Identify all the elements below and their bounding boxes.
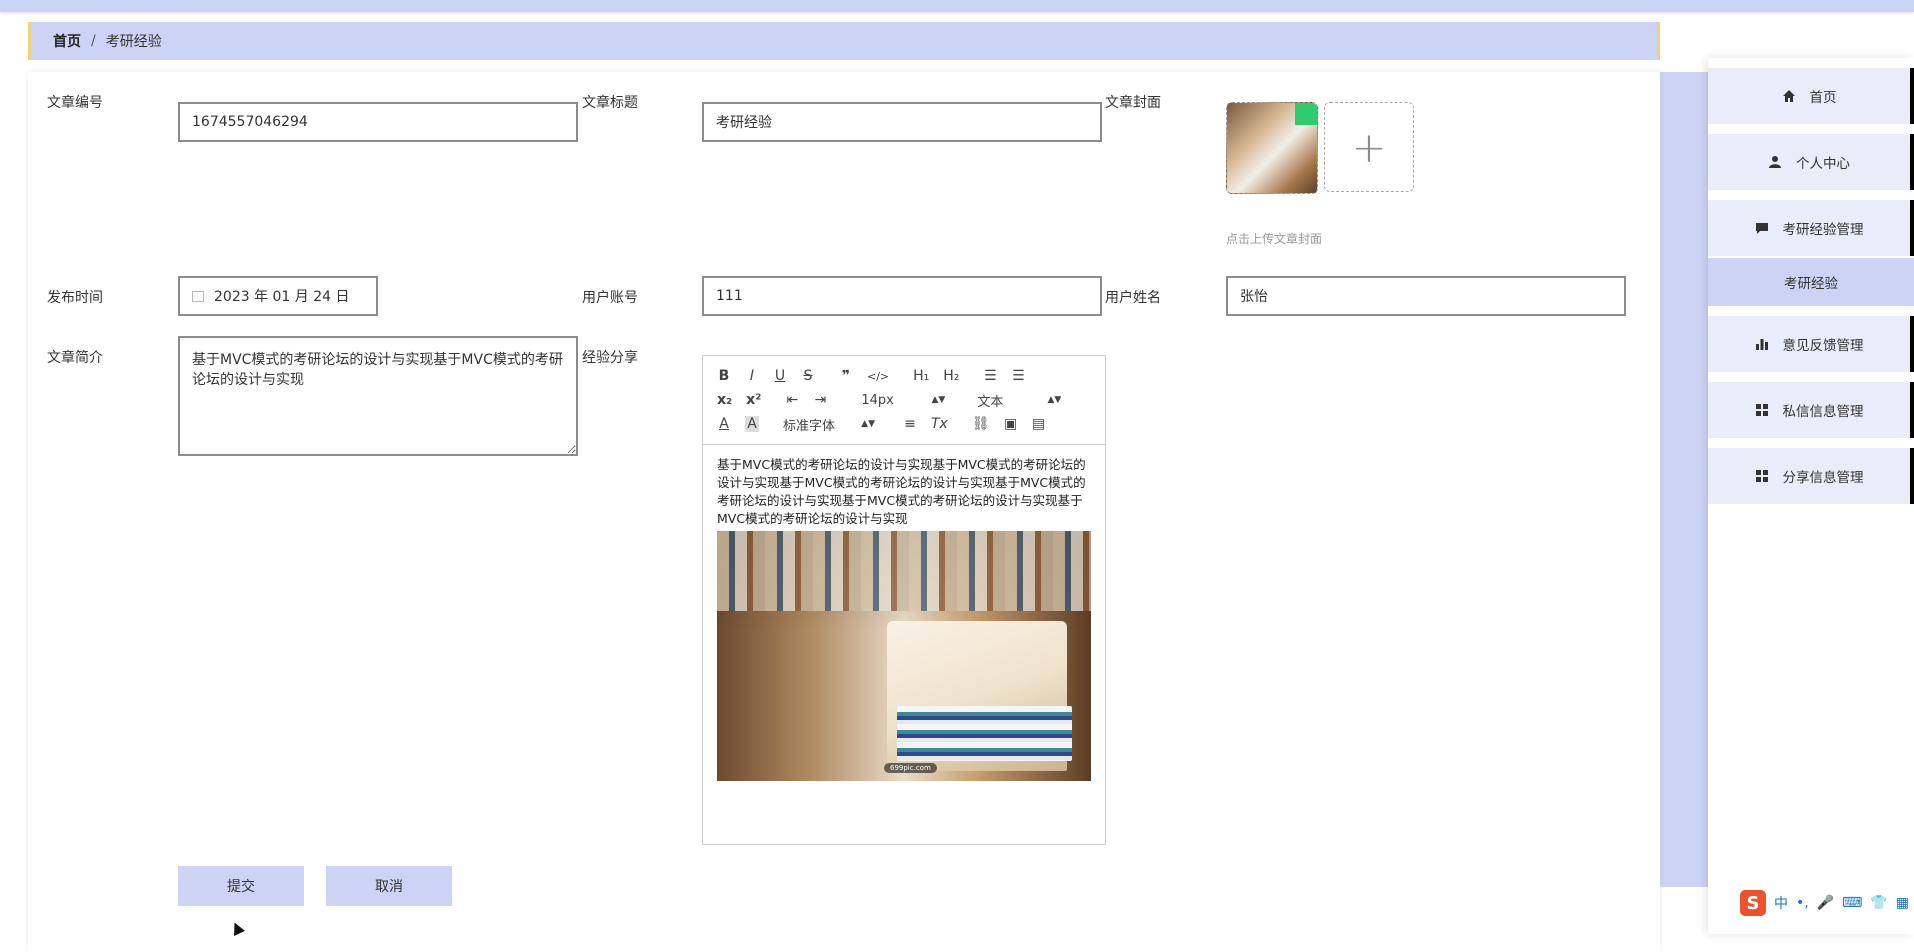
sidebar-item-share-management[interactable]: 分享信息管理 — [1708, 448, 1914, 504]
publish-date-picker[interactable]: 2023 年 01 月 24 日 — [178, 276, 378, 316]
sidebar: 首页 个人中心 考研经验管理 考研经验 意见反馈管理 私信信息管理 分享信息管理 — [1708, 58, 1914, 934]
indent-icon[interactable]: ⇥ — [813, 392, 827, 408]
breadcrumb-home[interactable]: 首页 — [53, 31, 81, 51]
submit-button[interactable]: 提交 — [178, 866, 304, 906]
video-icon[interactable]: ▤ — [1032, 416, 1046, 432]
background-strip — [1660, 72, 1710, 887]
account-label: 用户账号 — [582, 290, 638, 306]
sidebar-item-experience-management[interactable]: 考研经验管理 — [1708, 200, 1914, 256]
ordered-list-icon[interactable]: ☰ — [983, 368, 997, 384]
heading2-icon[interactable]: H₂ — [943, 368, 959, 384]
editor-toolbar: B I U S ❞ </> H₁ H₂ ☰ ☰ x₂ x² ⇤ ⇥ 14px ▲… — [703, 356, 1105, 445]
select-arrows-icon: ▲▼ — [1047, 395, 1062, 405]
sidebar-item-feedback-management[interactable]: 意见反馈管理 — [1708, 316, 1914, 372]
cover-upload-button[interactable]: + — [1324, 102, 1414, 192]
intro-label: 文章简介 — [47, 350, 103, 366]
bullet-list-icon[interactable]: ☰ — [1011, 368, 1025, 384]
publish-time-label: 发布时间 — [47, 290, 103, 306]
sidebar-item-label: 个人中心 — [1796, 156, 1850, 172]
image-watermark: 699pic.com — [884, 763, 937, 773]
title-field[interactable] — [702, 102, 1102, 142]
sidebar-item-label: 考研经验管理 — [1782, 222, 1864, 238]
clear-format-icon[interactable]: Tx — [931, 416, 948, 432]
home-icon — [1782, 89, 1796, 103]
username-label: 用户姓名 — [1105, 290, 1161, 306]
sidebar-item-home[interactable]: 首页 — [1708, 68, 1914, 124]
account-field[interactable] — [702, 276, 1102, 316]
breadcrumb: 首页 / 考研经验 — [28, 22, 1660, 60]
font-family-value: 标准字体 — [783, 418, 836, 434]
apps-icon[interactable]: ▦ — [1896, 895, 1909, 911]
editor-content-image[interactable]: 699pic.com — [717, 531, 1091, 781]
cover-label: 文章封面 — [1105, 95, 1161, 111]
cover-upload-hint: 点击上传文章封面 — [1226, 232, 1323, 246]
breadcrumb-separator: / — [91, 33, 96, 49]
rich-text-editor[interactable]: B I U S ❞ </> H₁ H₂ ☰ ☰ x₂ x² ⇤ ⇥ 14px ▲… — [702, 355, 1106, 845]
outdent-icon[interactable]: ⇤ — [785, 392, 799, 408]
grid-icon — [1755, 469, 1769, 483]
username-field[interactable] — [1226, 276, 1626, 316]
title-label: 文章标题 — [582, 95, 638, 111]
breadcrumb-current: 考研经验 — [105, 34, 162, 50]
image-icon[interactable]: ▣ — [1004, 416, 1018, 432]
intro-textarea[interactable]: 基于MVC模式的考研论坛的设计与实现基于MVC模式的考研论坛的设计与实现 — [178, 336, 578, 456]
ime-mode[interactable]: 中 — [1774, 893, 1788, 913]
user-icon — [1768, 155, 1782, 169]
background-color-icon[interactable]: A — [745, 416, 759, 432]
bold-icon[interactable]: B — [717, 368, 731, 384]
keyboard-icon[interactable]: ⌨ — [1842, 895, 1862, 911]
microphone-icon[interactable]: 🎤 — [1817, 895, 1834, 911]
article-no-label: 文章编号 — [47, 95, 103, 111]
editor-content-text[interactable]: 基于MVC模式的考研论坛的设计与实现基于MVC模式的考研论坛的设计与实现基于MV… — [717, 456, 1091, 528]
publish-date-value: 2023 年 01 月 24 日 — [214, 289, 350, 305]
bar-chart-icon — [1755, 337, 1769, 351]
subscript-icon[interactable]: x₂ — [717, 392, 732, 408]
block-type-value: 文本 — [977, 394, 1004, 410]
sidebar-subitem-experience[interactable]: 考研经验 — [1708, 258, 1914, 306]
text-color-icon[interactable]: A — [717, 416, 731, 432]
share-label: 经验分享 — [582, 350, 638, 366]
select-arrows-icon: ▲▼ — [861, 419, 875, 429]
superscript-icon[interactable]: x² — [746, 392, 761, 408]
ime-toolbar[interactable]: S 中 •, 🎤 ⌨ 👕 ▦ — [1740, 890, 1909, 916]
punctuation-icon[interactable]: •, — [1796, 895, 1809, 911]
ime-logo-icon: S — [1740, 890, 1766, 916]
block-type-select[interactable]: 文本 ▲▼ — [977, 391, 1061, 410]
strikethrough-icon[interactable]: S — [801, 368, 815, 384]
code-block-icon[interactable]: </> — [867, 370, 889, 383]
article-no-field[interactable] — [178, 102, 578, 142]
select-arrows-icon: ▲▼ — [931, 395, 946, 405]
skin-icon[interactable]: 👕 — [1870, 895, 1887, 911]
link-icon[interactable]: ⛓ — [972, 416, 990, 432]
underline-icon[interactable]: U — [773, 368, 787, 384]
align-icon[interactable]: ≡ — [903, 416, 917, 432]
sidebar-item-personal-center[interactable]: 个人中心 — [1708, 134, 1914, 190]
font-size-select[interactable]: 14px ▲▼ — [861, 393, 945, 408]
sidebar-item-label: 首页 — [1809, 90, 1837, 106]
font-family-select[interactable]: 标准字体 ▲▼ — [783, 415, 875, 434]
blockquote-icon[interactable]: ❞ — [839, 368, 853, 384]
plus-icon: + — [1351, 122, 1387, 172]
sidebar-item-message-management[interactable]: 私信信息管理 — [1708, 382, 1914, 438]
calendar-icon — [192, 290, 204, 302]
sidebar-item-label: 分享信息管理 — [1782, 470, 1864, 486]
heading1-icon[interactable]: H₁ — [913, 368, 929, 384]
top-bar — [0, 0, 1914, 12]
cancel-button[interactable]: 取消 — [326, 866, 452, 906]
sidebar-item-label: 私信信息管理 — [1782, 404, 1864, 420]
sidebar-item-label: 意见反馈管理 — [1782, 338, 1864, 354]
font-size-value: 14px — [861, 392, 894, 408]
cover-image-thumbnail[interactable] — [1226, 102, 1318, 194]
chat-icon — [1755, 221, 1769, 235]
italic-icon[interactable]: I — [745, 368, 759, 384]
grid-icon — [1755, 403, 1769, 417]
